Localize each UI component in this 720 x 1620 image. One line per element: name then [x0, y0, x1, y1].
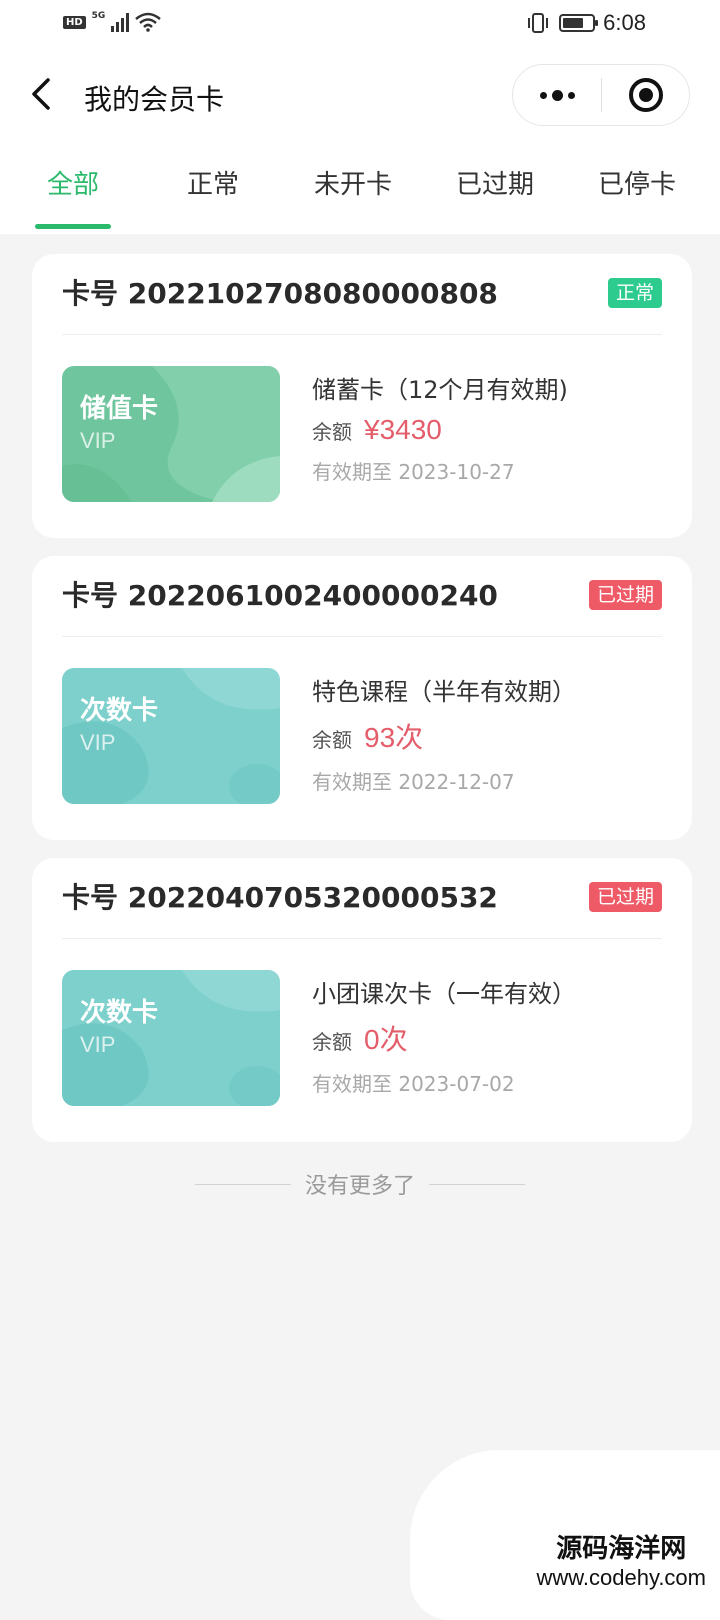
- watermark-url: www.codehy.com: [536, 1565, 706, 1590]
- vibrate-icon: [528, 13, 549, 33]
- divider-line: [194, 1183, 291, 1185]
- balance-value: 0次: [364, 1024, 408, 1055]
- balance-value: ¥3430: [364, 414, 442, 445]
- clock: 6:08: [603, 10, 646, 35]
- nav-bar: 我的会员卡: [0, 60, 720, 130]
- card-number: 卡号 2022040705320000532: [62, 881, 498, 914]
- balance-value: 93次: [364, 722, 424, 753]
- status-left: HD 5G: [63, 11, 162, 32]
- status-tabs: 全部 正常 未开卡 已过期 已停卡: [0, 150, 720, 234]
- vip-card-image: 储值卡 VIP: [62, 366, 280, 502]
- vip-card-image: 次数卡 VIP: [62, 970, 280, 1106]
- vip-label: VIP: [80, 428, 116, 453]
- card-header: 卡号 2022040705320000532 已过期: [62, 878, 662, 918]
- status-badge: 已过期: [588, 580, 662, 610]
- close-button[interactable]: [602, 65, 689, 125]
- card-name: 储蓄卡（12个月有效期): [312, 376, 568, 404]
- watermark: 源码海洋网 www.codehy.com: [536, 1528, 706, 1591]
- balance-row: 余额 ¥3430: [312, 414, 568, 446]
- watermark-title: 源码海洋网: [556, 1534, 687, 1564]
- vip-label: VIP: [80, 1032, 116, 1057]
- divider: [62, 636, 662, 637]
- card-name: 小团课次卡（一年有效）: [312, 980, 576, 1008]
- membership-card[interactable]: 卡号 2022061002400000240 已过期 次数卡 VIP 特色课程（…: [32, 556, 692, 840]
- header-area: HD 5G 6:08 我的会员卡 全部 正常 未开卡 已过期 已停卡: [0, 0, 720, 234]
- tab-suspended[interactable]: 已停卡: [582, 164, 692, 201]
- divider: [62, 938, 662, 939]
- active-tab-indicator: [35, 224, 111, 229]
- card-info: 小团课次卡（一年有效） 余额 0次 有效期至 2023-07-02: [312, 976, 576, 1097]
- hd-icon: HD: [63, 15, 86, 29]
- balance-label: 余额: [312, 728, 352, 752]
- expiry-date: 有效期至 2023-07-02: [312, 1072, 515, 1096]
- card-header: 卡号 2022061002400000240 已过期: [62, 576, 662, 616]
- status-badge: 正常: [607, 278, 662, 308]
- network-label: 5G: [91, 11, 106, 21]
- page-title: 我的会员卡: [84, 83, 225, 116]
- vip-card-type: 次数卡: [80, 696, 159, 726]
- card-info: 特色课程（半年有效期） 余额 93次 有效期至 2022-12-07: [312, 674, 576, 795]
- membership-card[interactable]: 卡号 2022040705320000532 已过期 次数卡 VIP 小团课次卡…: [32, 858, 692, 1142]
- expiry-date: 有效期至 2023-10-27: [312, 460, 515, 484]
- card-name: 特色课程（半年有效期）: [312, 678, 576, 706]
- vip-label: VIP: [80, 730, 116, 755]
- divider: [62, 334, 662, 335]
- mini-program-capsule: [512, 64, 690, 126]
- balance-row: 余额 0次: [312, 1018, 576, 1058]
- more-button[interactable]: [513, 65, 601, 125]
- tab-not-activated[interactable]: 未开卡: [298, 164, 408, 201]
- status-right: 6:08: [525, 10, 646, 36]
- status-bar: HD 5G 6:08: [0, 0, 720, 50]
- card-number: 卡号 2022102708080000808: [62, 277, 498, 310]
- card-number: 卡号 2022061002400000240: [62, 579, 498, 612]
- vip-card-type: 储值卡: [80, 394, 159, 424]
- vip-card-type: 次数卡: [80, 998, 159, 1028]
- divider-line: [429, 1183, 525, 1185]
- balance-row: 余额 93次: [312, 716, 576, 756]
- tab-all[interactable]: 全部: [18, 164, 128, 201]
- chevron-left-icon[interactable]: [22, 74, 62, 114]
- no-more-text: 没有更多了: [304, 1174, 415, 1199]
- status-badge: 已过期: [588, 882, 662, 912]
- card-header: 卡号 2022102708080000808 正常: [62, 274, 662, 314]
- tab-normal[interactable]: 正常: [158, 164, 268, 201]
- list-end-indicator: 没有更多了: [0, 1164, 720, 1204]
- tab-expired[interactable]: 已过期: [440, 164, 550, 201]
- battery-icon: [559, 14, 599, 32]
- signal-icon: [111, 12, 130, 32]
- balance-label: 余额: [312, 420, 352, 444]
- balance-label: 余额: [312, 1030, 352, 1054]
- target-close-icon: [628, 78, 663, 112]
- membership-card[interactable]: 卡号 2022102708080000808 正常 储值卡 VIP 储蓄卡（12…: [32, 254, 692, 538]
- card-info: 储蓄卡（12个月有效期) 余额 ¥3430 有效期至 2023-10-27: [312, 372, 568, 485]
- vip-card-image: 次数卡 VIP: [62, 668, 280, 804]
- expiry-date: 有效期至 2022-12-07: [312, 770, 515, 794]
- wifi-icon: [135, 12, 162, 32]
